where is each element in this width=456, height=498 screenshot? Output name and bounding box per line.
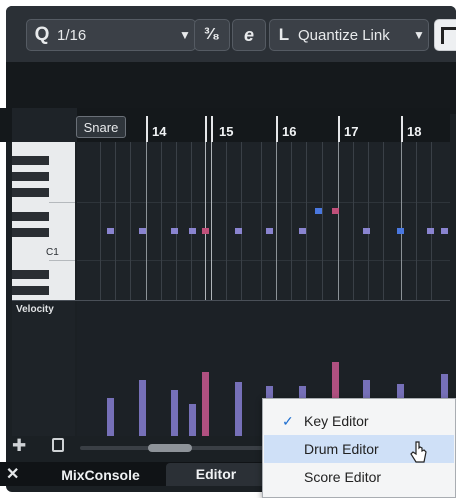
- grid-beat-line: [241, 142, 242, 300]
- editor-toolbar: Q 1/16 ▼ ³⁄₈ e L Quantize Link ▼: [6, 6, 456, 62]
- black-key[interactable]: [12, 286, 49, 295]
- grid-beat-line: [100, 142, 101, 300]
- grid-beat-line: [368, 142, 369, 300]
- velocity-header: [12, 300, 75, 436]
- ruler-bar-number: 14: [152, 124, 167, 139]
- drum-note[interactable]: [315, 208, 322, 214]
- drum-note[interactable]: [363, 228, 370, 234]
- drum-note[interactable]: [299, 228, 306, 234]
- black-key[interactable]: [12, 228, 49, 237]
- menu-item-key-editor[interactable]: ✓ Key Editor: [264, 407, 454, 435]
- velocity-bar[interactable]: [202, 372, 209, 436]
- grid-beat-line: [226, 142, 227, 300]
- ruler-bar-number: 17: [344, 124, 359, 139]
- grid-beat-line: [261, 142, 262, 300]
- grid-beat-line: [191, 142, 192, 300]
- grid-beat-line: [291, 142, 292, 300]
- note-grid[interactable]: [77, 142, 450, 300]
- drum-note[interactable]: [171, 228, 178, 234]
- drum-note[interactable]: [107, 228, 114, 234]
- info-band: [6, 62, 456, 114]
- tuplet-button[interactable]: ³⁄₈: [194, 19, 230, 51]
- grid-row: [77, 260, 450, 261]
- drum-note[interactable]: [266, 228, 273, 234]
- grid-bar-line: [146, 142, 147, 300]
- grid-row: [77, 202, 450, 203]
- velocity-bar[interactable]: [107, 398, 114, 436]
- black-key[interactable]: [12, 212, 49, 221]
- drum-note[interactable]: [332, 208, 339, 214]
- link-icon: L: [278, 25, 290, 44]
- drum-note[interactable]: [427, 228, 434, 234]
- drum-note[interactable]: [397, 228, 404, 234]
- grid-beat-line: [306, 142, 307, 300]
- corner-icon: [441, 26, 456, 44]
- grid-bar-line: [205, 142, 206, 300]
- grid-beat-line: [431, 142, 432, 300]
- drum-note[interactable]: [441, 228, 448, 234]
- quantize-link-dropdown[interactable]: L Quantize Link ▼: [269, 19, 429, 51]
- tab-mixconsole[interactable]: MixConsole: [38, 464, 163, 486]
- pointer-cursor-icon: [410, 441, 427, 463]
- velocity-bar[interactable]: [139, 380, 146, 436]
- quantize-link-label: Quantize Link: [298, 26, 390, 44]
- grid-beat-line: [383, 142, 384, 300]
- grid-beat-line: [161, 142, 162, 300]
- drum-note[interactable]: [202, 228, 209, 234]
- key-divider: [49, 260, 75, 261]
- drum-note[interactable]: [189, 228, 196, 234]
- chevron-down-icon: ▼: [413, 28, 425, 42]
- menu-item-score-editor[interactable]: Score Editor: [264, 463, 454, 491]
- corner-mode-button[interactable]: [434, 19, 456, 51]
- close-lower-zone-button[interactable]: ✕: [6, 464, 19, 484]
- drum-note[interactable]: [235, 228, 242, 234]
- grid-beat-line: [353, 142, 354, 300]
- grid-beat-line: [115, 142, 116, 300]
- key-label-c1: C1: [46, 247, 59, 258]
- chevron-down-icon: ▼: [179, 28, 191, 42]
- grid-bar-line: [401, 142, 402, 300]
- tab-editor[interactable]: Editor: [166, 463, 266, 486]
- grid-beat-line: [322, 142, 323, 300]
- drum-note[interactable]: [139, 228, 146, 234]
- lane-tooltip: Snare: [76, 116, 126, 138]
- key-divider: [49, 202, 75, 203]
- black-key[interactable]: [12, 172, 49, 181]
- ruler-bar-number: 15: [219, 124, 234, 139]
- velocity-bar[interactable]: [171, 390, 178, 436]
- add-lane-icon[interactable]: ✚: [12, 436, 26, 456]
- grid-bar-line: [338, 142, 339, 300]
- velocity-label: Velocity: [16, 304, 54, 315]
- iterative-quantize-button[interactable]: e: [232, 19, 266, 51]
- black-key[interactable]: [12, 188, 49, 197]
- black-key[interactable]: [12, 156, 49, 165]
- ruler-header: [12, 108, 77, 142]
- grid-beat-line: [416, 142, 417, 300]
- ruler-bar-number: 18: [407, 124, 422, 139]
- grid-beat-line: [130, 142, 131, 300]
- ruler-bar-number: 16: [282, 124, 297, 139]
- checkmark-icon: ✓: [282, 413, 294, 429]
- scrollbar-thumb[interactable]: [148, 444, 192, 452]
- grid-bar-line: [276, 142, 277, 300]
- quantize-icon: Q: [34, 24, 50, 45]
- lane-preset-icon[interactable]: [52, 438, 64, 452]
- grid-beat-line: [176, 142, 177, 300]
- quantize-preset-dropdown[interactable]: Q 1/16 ▼: [26, 19, 196, 51]
- piano-keyboard[interactable]: [12, 142, 75, 300]
- velocity-bar[interactable]: [235, 382, 242, 436]
- lane-divider: [12, 300, 450, 301]
- velocity-bar[interactable]: [189, 404, 196, 436]
- black-key[interactable]: [12, 270, 49, 279]
- quantize-value: 1/16: [57, 26, 87, 44]
- grid-bar-line: [211, 142, 212, 300]
